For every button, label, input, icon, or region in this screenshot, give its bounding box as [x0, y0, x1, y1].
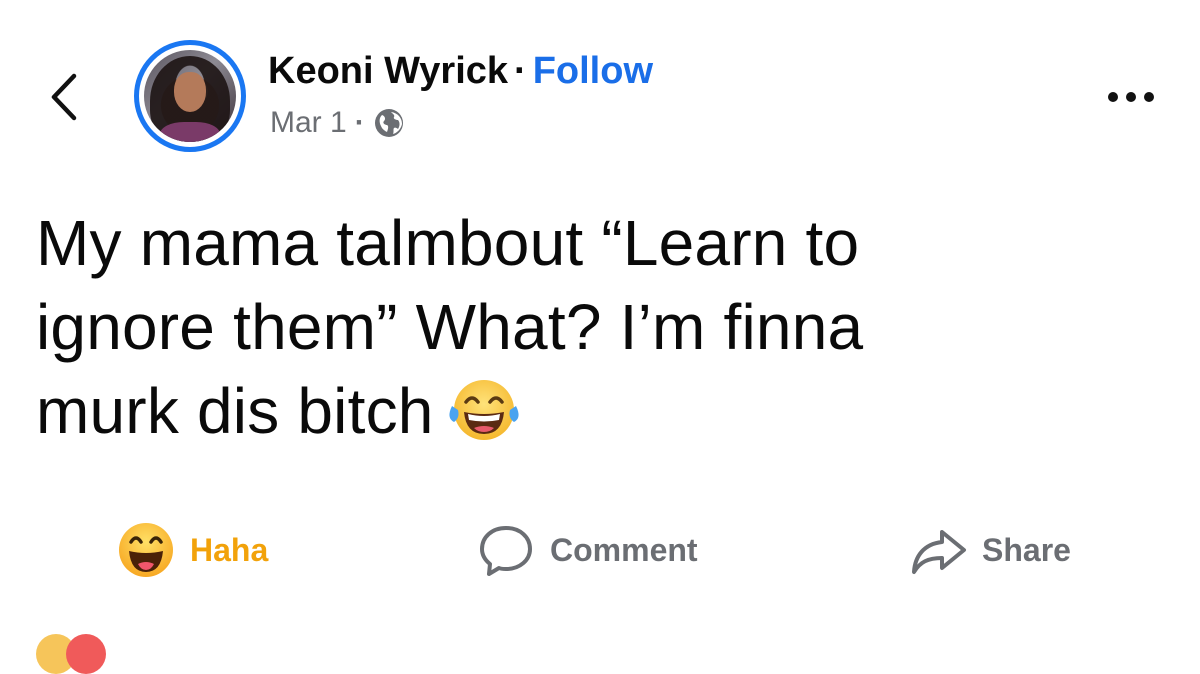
haha-reaction-button[interactable]: Haha: [116, 510, 268, 590]
post-date[interactable]: Mar 1: [270, 106, 347, 140]
globe-icon: [374, 109, 403, 137]
post-text-line-3-text: murk dis bitch: [36, 374, 434, 447]
post-meta: Mar 1 ·: [270, 106, 405, 140]
more-horizontal-icon: [1108, 92, 1154, 102]
meta-separator: ·: [354, 106, 365, 139]
chevron-left-icon: [51, 73, 77, 121]
post-text-line-2: ignore them” What? I’m finna: [36, 290, 864, 363]
post-text-line-1: My mama talmbout “Learn to: [36, 207, 860, 279]
comment-bubble-icon: [480, 526, 532, 576]
author-avatar[interactable]: [134, 40, 246, 152]
avatar-image: [144, 50, 236, 142]
haha-label: Haha: [190, 531, 269, 568]
comment-button[interactable]: Comment: [476, 510, 698, 590]
share-arrow-icon: [912, 530, 966, 574]
back-button[interactable]: [44, 70, 88, 124]
post-body: My mama talmbout “Learn to ignore them” …: [36, 202, 1156, 454]
name-separator: ·: [514, 50, 527, 92]
author-line: Keoni Wyrick · Follow: [268, 50, 653, 93]
author-name[interactable]: Keoni Wyrick: [268, 50, 508, 92]
comment-label: Comment: [550, 531, 698, 568]
reaction-summary-peek: [36, 628, 136, 674]
more-options-button[interactable]: [1104, 82, 1164, 112]
post-text-line-3: murk dis bitch: [36, 370, 1156, 454]
follow-button[interactable]: Follow: [533, 50, 653, 92]
share-button[interactable]: Share: [908, 510, 1071, 590]
haha-reaction-icon: [119, 523, 173, 577]
share-label: Share: [982, 531, 1071, 568]
post-actions-bar: Haha Comment Share: [0, 510, 1200, 590]
reaction-summary-icon-2: [66, 634, 106, 674]
laughing-tears-emoji-icon: [449, 379, 519, 440]
